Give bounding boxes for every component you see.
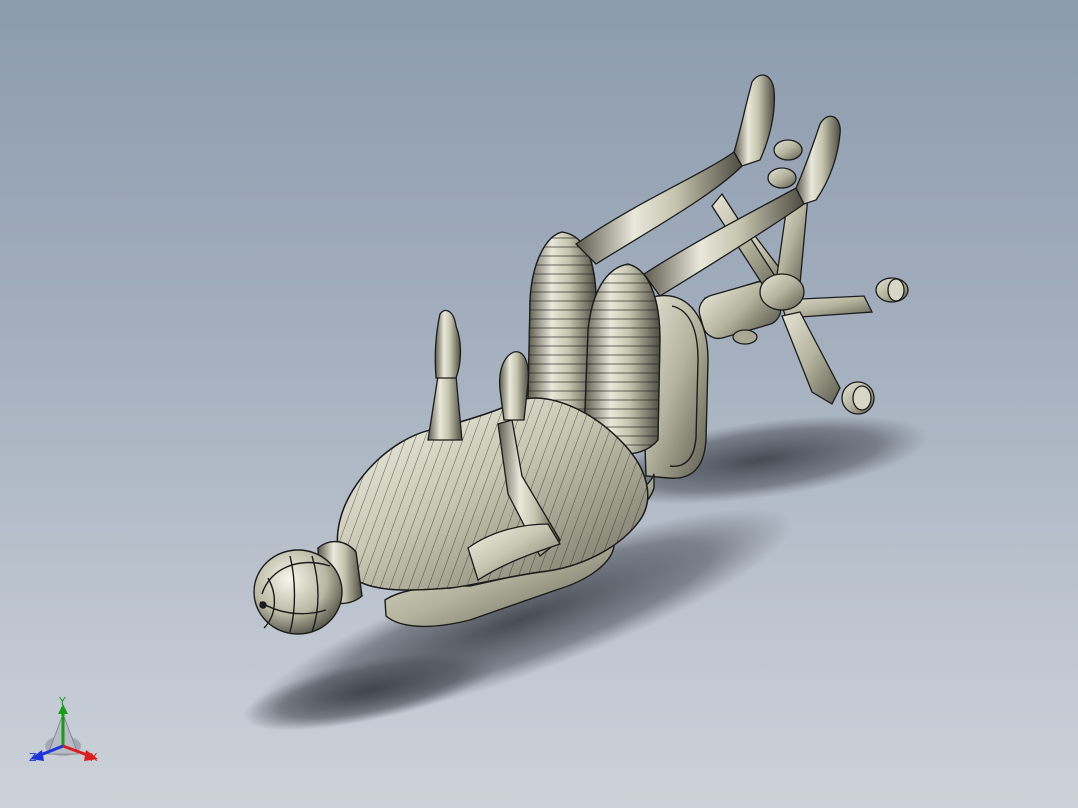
- graphics-viewport[interactable]: X Y Z: [0, 0, 1078, 808]
- model-view[interactable]: [0, 0, 1078, 808]
- figure-head[interactable]: [253, 541, 363, 635]
- z-axis-label: Z: [29, 751, 37, 764]
- x-axis-label: X: [90, 751, 98, 764]
- y-axis-label: Y: [59, 695, 66, 708]
- axis-triad: X Y Z: [22, 692, 108, 772]
